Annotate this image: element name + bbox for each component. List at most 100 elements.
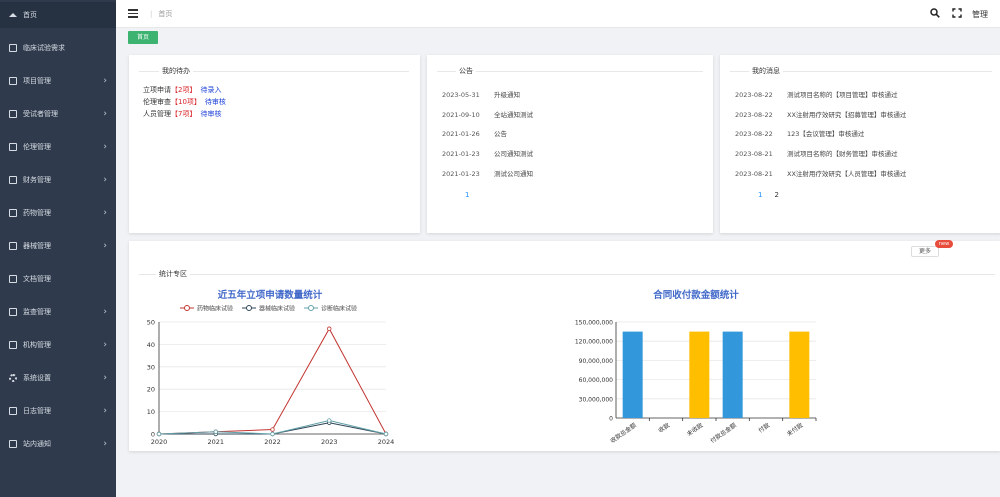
bar (789, 331, 810, 418)
data-point (327, 418, 332, 423)
message-item[interactable]: 2023-08-22 测试项目名称的【项目管理】审核通过 (735, 89, 898, 99)
page-1-link[interactable]: 1 (465, 191, 469, 199)
sidebar-item[interactable]: 受试者管理 › (0, 101, 116, 127)
message-item[interactable]: 2023-08-22 XX注射用疗效研究【招募管理】审核通过 (735, 109, 906, 119)
sidebar-item[interactable]: 站内通知 › (0, 431, 116, 457)
todo-row: 立项申请【2项】 待录入 (143, 85, 221, 95)
bar (689, 331, 710, 418)
sidebar-item-label: 系统设置 (23, 374, 51, 382)
todo-action-link[interactable]: 待审核 (200, 110, 221, 118)
todo-action-link[interactable]: 待审核 (205, 98, 226, 106)
x-tick-label: 未付款 (785, 421, 804, 438)
data-point (213, 429, 218, 434)
todo-label: 人员管理 (143, 110, 171, 118)
notice-date: 2023-05-31 (442, 91, 480, 99)
sidebar-item[interactable]: 财务管理 › (0, 167, 116, 193)
sidebar-item[interactable]: 机构管理 › (0, 332, 116, 358)
message-item[interactable]: 2023-08-22 123【会议管理】审核通过 (735, 128, 864, 138)
page-2-link[interactable]: 2 (774, 191, 778, 199)
sidebar-item[interactable]: 文档管理 (0, 266, 116, 292)
sidebar-item-label: 药物管理 (23, 209, 51, 217)
sidebar-item[interactable]: 药物管理 › (0, 200, 116, 226)
stats-title: 统计专区 (156, 269, 190, 279)
folder-icon (9, 77, 17, 85)
notice-card: 公告 2023-05-31 升级通知 2021-09-10 全站通知测试 2021-… (427, 55, 713, 233)
sidebar-item-label: 伦理管理 (23, 143, 51, 151)
x-tick-label: 2020 (151, 438, 168, 446)
message-date: 2023-08-22 (735, 91, 773, 99)
y-tick-label: 30,000,000 (579, 396, 614, 403)
message-item[interactable]: 2023-08-21 测试项目名称的【财务管理】审核通过 (735, 148, 898, 158)
sidebar-item-label: 文档管理 (23, 275, 51, 283)
y-tick-label: 10 (147, 408, 155, 416)
todo-title: 我的待办 (159, 66, 193, 76)
bar (622, 331, 643, 418)
x-tick-label: 未收款 (685, 421, 704, 438)
sidebar-item-label: 临床试验需求 (23, 44, 65, 52)
notice-item[interactable]: 2021-09-10 全站通知测试 (442, 109, 533, 119)
fullscreen-icon[interactable] (952, 8, 962, 18)
bar-chart: 合同收付款金额统计 0 30,000,000 60,000,000 90,000,000… (575, 289, 817, 445)
notice-item[interactable]: 2021-01-23 测试公司通知 (442, 168, 533, 178)
notice-item[interactable]: 2023-05-31 升级通知 (442, 89, 520, 99)
document-icon (9, 110, 17, 118)
document-icon (9, 407, 17, 415)
notice-item[interactable]: 2021-01-26 公告 (442, 128, 507, 138)
messages-pagination: 12 (758, 191, 779, 199)
bar (722, 331, 743, 418)
message-text: 测试项目名称的【项目管理】审核通过 (787, 91, 898, 99)
breadcrumb-home[interactable]: 首页 (158, 10, 172, 18)
user-menu[interactable]: 管理 (972, 9, 988, 20)
legend-label: 器械临床试验 (259, 305, 295, 313)
y-tick-label: 40 (147, 341, 155, 349)
sidebar-item-label: 首页 (23, 11, 37, 19)
todo-count: 【10项】 (171, 98, 201, 106)
notice-date: 2021-01-23 (442, 150, 480, 158)
notice-item[interactable]: 2021-01-23 公司通知测试 (442, 148, 533, 158)
data-point (270, 431, 275, 437)
message-item[interactable]: 2023-08-21 XX注射用疗效研究【人员管理】审核通过 (735, 168, 906, 178)
sidebar-item[interactable]: 监查管理 › (0, 299, 116, 325)
search-icon[interactable] (930, 8, 940, 18)
x-tick-label: 收款总金额 (609, 421, 638, 445)
sidebar-item[interactable]: 伦理管理 › (0, 134, 116, 160)
chevron-right-icon: › (103, 175, 107, 185)
menu-toggle-icon[interactable] (128, 9, 138, 18)
x-tick-label: 付款总金额 (709, 421, 738, 445)
x-tick-label: 2023 (321, 438, 338, 446)
message-date: 2023-08-22 (735, 130, 773, 138)
todo-action-link[interactable]: 待录入 (200, 86, 221, 94)
new-badge: new (935, 240, 953, 248)
sidebar-item[interactable]: 项目管理 › (0, 68, 116, 94)
sidebar-item-label: 日志管理 (23, 407, 51, 415)
sidebar-item[interactable]: 临床试验需求 (0, 35, 116, 61)
y-tick-label: 30 (147, 363, 155, 371)
tab-home[interactable]: 首页 (128, 31, 158, 44)
chevron-right-icon: › (103, 340, 107, 350)
line-chart: 近五年立项申请数量统计药物临床试验 器械临床试验 诊断临床试验01020304050… (147, 289, 395, 446)
chevron-right-icon: › (103, 208, 107, 218)
sidebar-item[interactable]: 首页 (0, 2, 116, 28)
sidebar-item-label: 机构管理 (23, 341, 51, 349)
sidebar-item[interactable]: 器械管理 › (0, 233, 116, 259)
more-button[interactable]: 更多 (911, 246, 939, 257)
y-tick-label: 50 (147, 319, 155, 327)
todo-count: 【7项】 (171, 110, 197, 118)
sidebar-item[interactable]: 日志管理 › (0, 398, 116, 424)
message-date: 2023-08-21 (735, 170, 773, 178)
chevron-right-icon: › (103, 373, 107, 383)
sidebar-item-label: 站内通知 (23, 440, 51, 448)
todo-card: 我的待办 立项申请【2项】 待录入 伦理审查【10项】 待审核 人员管理【7项】 待审… (129, 55, 420, 233)
message-text: 123【会议管理】审核通过 (787, 130, 865, 138)
legend-marker (308, 305, 314, 311)
page-1-link[interactable]: 1 (758, 191, 762, 199)
sidebar-item[interactable]: 系统设置 › (0, 365, 116, 391)
chart-title: 近五年立项申请数量统计 (218, 289, 323, 301)
chevron-right-icon: › (103, 76, 107, 86)
todo-row: 伦理审查【10项】 待审核 (143, 97, 226, 107)
chart-title: 合同收付款金额统计 (653, 289, 739, 301)
gear-icon (9, 374, 17, 382)
notice-date: 2021-01-26 (442, 130, 480, 138)
x-tick-label: 2022 (264, 438, 281, 446)
data-point (156, 431, 162, 437)
